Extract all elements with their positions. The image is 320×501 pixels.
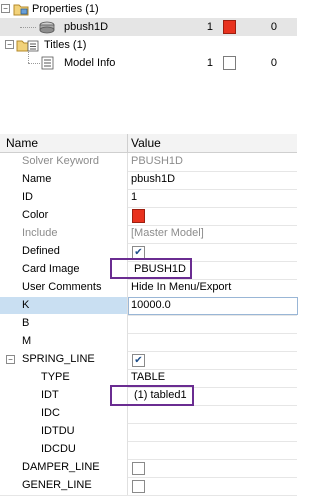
damper-line-checkbox[interactable]: [132, 462, 145, 475]
grid-row-idcdu[interactable]: IDCDU: [0, 441, 297, 460]
row-name: IDCDU: [41, 443, 76, 455]
pbush-id: 1: [206, 21, 213, 33]
row-name: IDC: [41, 407, 60, 419]
properties-folder-icon: [13, 4, 29, 16]
header-name[interactable]: Name: [6, 134, 38, 152]
row-name: DAMPER_LINE: [22, 461, 100, 473]
callout-box-card-image: [110, 258, 192, 279]
header-value[interactable]: Value: [131, 134, 161, 152]
row-name: B: [22, 317, 30, 329]
tree-connector: [28, 52, 29, 63]
grid-row-spring-line[interactable]: − SPRING_LINE ✔: [0, 351, 297, 370]
color-swatch[interactable]: [132, 209, 145, 223]
grid-row-k[interactable]: K 10000.0: [0, 297, 298, 316]
row-name: Solver Keyword: [22, 155, 100, 167]
row-name: Name: [22, 173, 52, 185]
collapse-toggle[interactable]: −: [5, 40, 14, 49]
gener-line-checkbox[interactable]: [132, 480, 145, 493]
grid-row-solver-keyword[interactable]: Solver Keyword PBUSH1D: [0, 153, 297, 172]
tree-row-properties[interactable]: − Properties (1): [0, 0, 297, 18]
grid-row-color[interactable]: Color: [0, 207, 297, 226]
titles-folder-icon: [16, 40, 39, 52]
model-info-color-swatch[interactable]: [223, 56, 236, 70]
row-name: Card Image: [22, 263, 80, 275]
grid-row-b[interactable]: B: [0, 315, 297, 334]
grid-row-idtdu[interactable]: IDTDU: [0, 423, 297, 442]
model-browser-tree: − Properties (1) pbush1D 1 0 − Titles (1…: [0, 0, 297, 74]
grid-row-damper-line[interactable]: DAMPER_LINE: [0, 459, 297, 478]
property-grid-header: Name Value: [0, 134, 297, 153]
model-info-count: 0: [270, 57, 277, 69]
collapse-toggle[interactable]: −: [6, 355, 15, 364]
pbush-count: 0: [270, 21, 277, 33]
row-name: GENER_LINE: [22, 479, 92, 491]
tree-connector: [20, 27, 36, 28]
row-value[interactable]: Hide In Menu/Export: [131, 279, 231, 296]
row-name: ID: [22, 191, 33, 203]
tree-label-titles: Titles (1): [44, 39, 87, 51]
row-value[interactable]: 1: [131, 189, 137, 206]
grid-row-gener-line[interactable]: GENER_LINE: [0, 477, 297, 496]
row-value: [Master Model]: [131, 227, 204, 239]
tree-connector: [28, 63, 40, 64]
row-value: PBUSH1D: [131, 155, 183, 167]
row-name: Color: [22, 209, 49, 221]
grid-row-name[interactable]: Name pbush1D: [0, 171, 297, 190]
callout-box-idt: [110, 385, 194, 406]
column-divider[interactable]: [127, 134, 128, 152]
tree-row-pbush1d[interactable]: pbush1D 1 0: [0, 18, 297, 36]
grid-row-include[interactable]: Include [Master Model]: [0, 225, 297, 244]
collapse-toggle[interactable]: −: [1, 4, 10, 13]
row-name: M: [22, 335, 32, 347]
row-name: User Comments: [22, 281, 102, 293]
spring-line-checkbox[interactable]: ✔: [132, 354, 145, 367]
tree-row-model-info[interactable]: Model Info 1 0: [0, 52, 297, 72]
document-icon: [41, 56, 54, 70]
row-name: IDTDU: [41, 425, 75, 437]
tree-label-model-info: Model Info: [64, 57, 116, 69]
row-name: Defined: [22, 245, 60, 257]
grid-row-id[interactable]: ID 1: [0, 189, 297, 208]
row-name: TYPE: [41, 371, 70, 383]
row-name: Include: [22, 227, 58, 239]
row-value[interactable]: pbush1D: [131, 171, 175, 188]
tree-row-titles[interactable]: − Titles (1): [0, 36, 297, 54]
grid-row-idc[interactable]: IDC: [0, 405, 297, 424]
tree-label-properties: Properties (1): [32, 3, 99, 15]
k-value-input[interactable]: 10000.0: [128, 297, 298, 315]
model-info-id: 1: [206, 57, 213, 69]
property-icon: [39, 21, 55, 34]
grid-row-user-comments[interactable]: User Comments Hide In Menu/Export: [0, 279, 297, 298]
grid-row-m[interactable]: M: [0, 333, 297, 352]
row-name: K: [22, 299, 30, 311]
row-name: SPRING_LINE: [22, 353, 95, 365]
pbush-color-swatch[interactable]: [223, 20, 236, 34]
tree-label-pbush1d: pbush1D: [64, 21, 109, 33]
row-name: IDT: [41, 389, 59, 401]
row-value[interactable]: TABLE: [131, 369, 165, 386]
row-value: 10000.0: [131, 299, 171, 311]
